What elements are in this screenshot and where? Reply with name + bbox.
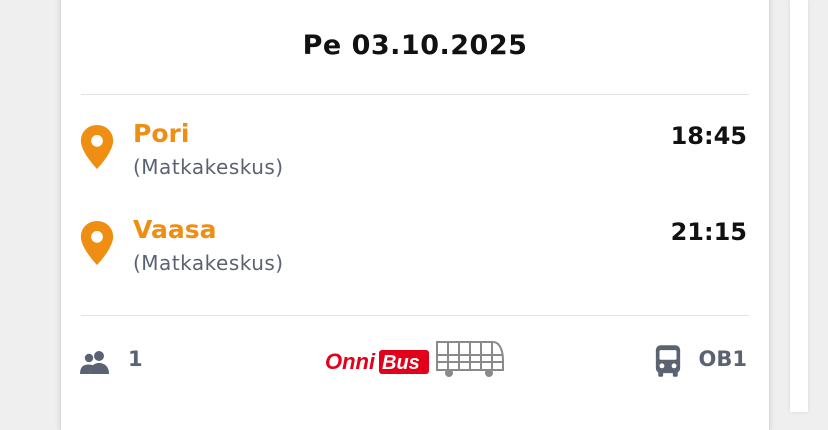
svg-text:Bus: Bus	[382, 352, 420, 374]
departure-station: (Matkakeskus)	[133, 155, 284, 179]
location-pin-icon	[80, 221, 114, 265]
divider	[81, 315, 749, 316]
people-icon	[80, 351, 109, 374]
departure-city: Pori	[133, 119, 190, 148]
svg-text:Onni: Onni	[325, 349, 376, 374]
location-pin-icon	[80, 125, 114, 169]
arrival-city: Vaasa	[133, 215, 217, 244]
arrival-station: (Matkakeskus)	[133, 251, 284, 275]
onnibus-logo: Onni Bus	[325, 341, 504, 377]
passenger-count: 1	[128, 347, 143, 371]
next-card-edge	[790, 0, 808, 412]
bus-icon	[655, 345, 681, 377]
departure-time: 18:45	[670, 122, 747, 150]
line-code: OB1	[698, 347, 747, 371]
trip-card: Pe 03.10.2025 Pori (Matkakeskus) 18:45 V…	[60, 0, 770, 430]
trip-date: Pe 03.10.2025	[302, 30, 528, 61]
arrival-time: 21:15	[670, 218, 747, 246]
divider	[81, 94, 749, 95]
